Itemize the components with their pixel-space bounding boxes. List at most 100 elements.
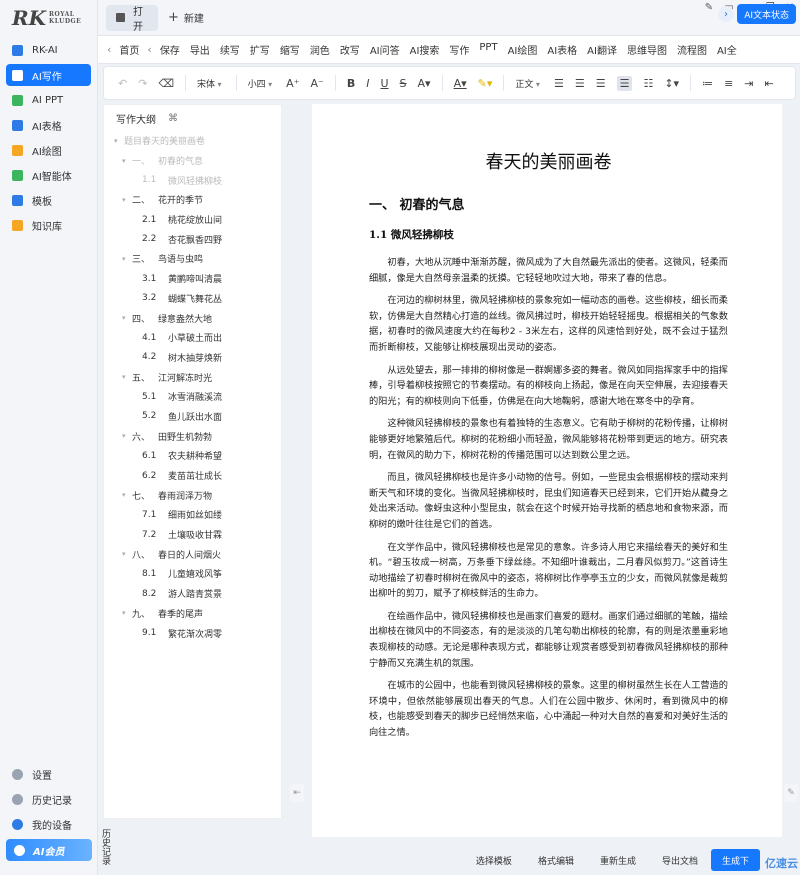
nav-item[interactable]: AI绘图	[6, 139, 91, 161]
generate-button[interactable]: 生成下	[710, 849, 760, 871]
outline-row[interactable]: 1.1 微风轻拂柳枝	[104, 170, 281, 190]
font-color-icon[interactable]: A▾	[454, 77, 467, 90]
menu-next-icon[interactable]: ›	[718, 6, 734, 22]
format-edit-button[interactable]: 格式编辑	[525, 854, 587, 867]
choose-template-button[interactable]: 选择模板	[463, 854, 525, 867]
collapse-arrow-icon[interactable]: ▾	[122, 550, 132, 558]
menu-item[interactable]: 写作	[444, 42, 474, 57]
back-arrow-icon[interactable]: ‹	[104, 43, 114, 56]
indent-icon[interactable]: ⇥	[744, 77, 753, 90]
line-spacing-icon[interactable]: ↕▾	[664, 77, 679, 90]
outline-row[interactable]: ▾ 四、 绿意盎然大地	[104, 308, 281, 328]
redo-icon[interactable]: ↷	[138, 77, 147, 90]
outline-row[interactable]: 6.2 麦苗茁壮成长	[104, 466, 281, 486]
strikethrough-icon[interactable]: S	[400, 77, 407, 90]
outline-row[interactable]: ▾ 九、 春季的尾声	[104, 604, 281, 624]
outline-row[interactable]: 2.2 杏花飘香四野	[104, 229, 281, 249]
font-size-select[interactable]: 小四	[248, 77, 273, 90]
menu-item[interactable]: 改写	[335, 42, 365, 57]
paragraph-style-select[interactable]: 正文	[515, 77, 540, 90]
menu-item[interactable]: AI搜索	[405, 42, 445, 57]
nav-item[interactable]: 模板	[6, 189, 91, 211]
collapse-arrow-icon[interactable]: ▾	[122, 196, 132, 204]
text-effect-icon[interactable]: A▾	[418, 77, 431, 90]
outline-row[interactable]: ▾ 八、 春日的人间烟火	[104, 544, 281, 564]
collapse-arrow-icon[interactable]: ▾	[122, 373, 132, 381]
outline-row[interactable]: ▾ 三、 鸟语与虫鸣	[104, 249, 281, 269]
outline-row[interactable]: 9.1 繁花渐次凋零	[104, 623, 281, 643]
nav-item[interactable]: 知识库	[6, 214, 91, 236]
outdent-icon[interactable]: ⇤	[765, 77, 774, 90]
menu-item[interactable]: 续写	[215, 42, 245, 57]
eraser-icon[interactable]: ⌫	[158, 77, 174, 90]
align-left-icon[interactable]: ☰	[554, 77, 564, 90]
nav-bottom-item[interactable]: 历史记录	[6, 788, 92, 810]
outline-row[interactable]: 5.2 鱼儿跃出水面	[104, 407, 281, 427]
command-icon[interactable]: ⌘	[168, 113, 178, 124]
export-doc-button[interactable]: 导出文档	[649, 854, 711, 867]
menu-item[interactable]: PPT	[474, 42, 502, 57]
nav-bottom-item[interactable]: 设置	[6, 763, 92, 785]
bold-icon[interactable]: B	[347, 77, 355, 90]
document-editor[interactable]: 春天的美丽画卷 一、 初春的气息 1.1 微风轻拂柳枝 初春，大地从沉睡中渐渐苏…	[312, 104, 782, 837]
menu-item[interactable]: AI翻译	[582, 42, 622, 57]
tab-new[interactable]: + 新建	[158, 5, 214, 31]
collapse-arrow-icon[interactable]: ▾	[122, 491, 132, 499]
distributed-icon[interactable]: ☷	[643, 77, 653, 90]
collapse-arrow-icon[interactable]: ▾	[122, 432, 132, 440]
menu-item[interactable]: AI全	[712, 42, 742, 57]
outline-row[interactable]: 3.1 黄鹂啼叫清晨	[104, 269, 281, 289]
ordered-list-icon[interactable]: ≔	[702, 77, 713, 90]
outline-row[interactable]: 2.1 桃花绽放山间	[104, 210, 281, 230]
underline-icon[interactable]: U	[380, 77, 388, 90]
bullet-list-icon[interactable]: ≡	[724, 77, 733, 90]
prev-arrow-icon[interactable]: ‹	[144, 43, 154, 56]
nav-item[interactable]: AI智能体	[6, 164, 91, 186]
align-justify-icon[interactable]: ☰	[616, 75, 633, 91]
nav-item[interactable]: AI PPT	[6, 89, 91, 111]
outline-row[interactable]: ▾ 七、 春雨润泽万物	[104, 485, 281, 505]
edit-panel-icon[interactable]: ✎	[784, 784, 798, 802]
outline-row[interactable]: 3.2 蝴蝶飞舞花丛	[104, 289, 281, 309]
regenerate-button[interactable]: 重新生成	[587, 854, 649, 867]
collapse-arrow-icon[interactable]: ▾	[122, 314, 132, 322]
collapse-arrow-icon[interactable]: ▾	[122, 255, 132, 263]
font-shrink-icon[interactable]: A⁻	[311, 77, 324, 90]
menu-item[interactable]: AI绘图	[503, 42, 543, 57]
ai-status-button[interactable]: AI文本状态	[737, 4, 796, 24]
outline-row[interactable]: 4.2 树木抽芽焕新	[104, 348, 281, 368]
outline-row[interactable]: 6.1 农夫耕种希望	[104, 446, 281, 466]
outline-row[interactable]: 7.1 细雨如丝如缕	[104, 505, 281, 525]
align-right-icon[interactable]: ☰	[596, 77, 606, 90]
nav-item[interactable]: AI写作	[6, 64, 91, 86]
outline-row[interactable]: ▾ 题目 春天的美丽画卷	[104, 131, 281, 151]
collapse-arrow-icon[interactable]: ▾	[114, 137, 124, 145]
menu-item[interactable]: 扩写	[245, 42, 275, 57]
edit-icon[interactable]: ✎	[705, 2, 713, 13]
outline-row[interactable]: ▾ 五、 江河解冻时光	[104, 367, 281, 387]
menu-item[interactable]: 润色	[305, 42, 335, 57]
font-grow-icon[interactable]: A⁺	[286, 77, 299, 90]
outline-row[interactable]: 7.2 土壤吸收甘霖	[104, 525, 281, 545]
outline-row[interactable]: ▾ 六、 田野生机勃勃	[104, 426, 281, 446]
menu-item[interactable]: 流程图	[672, 42, 712, 57]
outline-row[interactable]: ▾ 一、 初春的气息	[104, 151, 281, 171]
menu-home[interactable]: 首页	[114, 42, 144, 57]
menu-item[interactable]: 导出	[185, 42, 215, 57]
outline-row[interactable]: 8.1 儿童嬉戏风筝	[104, 564, 281, 584]
outline-row[interactable]: ▾ 二、 花开的季节	[104, 190, 281, 210]
highlight-icon[interactable]: ✎▾	[478, 77, 493, 90]
nav-item[interactable]: AI表格	[6, 114, 91, 136]
menu-item[interactable]: AI表格	[542, 42, 582, 57]
menu-item[interactable]: 保存	[155, 42, 185, 57]
font-family-select[interactable]: 宋体	[197, 77, 222, 90]
outline-row[interactable]: 5.1 冰雪消融溪流	[104, 387, 281, 407]
collapse-outline-icon[interactable]: ⇤	[290, 784, 304, 802]
menu-item[interactable]: 思维导图	[622, 42, 672, 57]
outline-row[interactable]: 4.1 小草破土而出	[104, 328, 281, 348]
collapse-arrow-icon[interactable]: ▾	[122, 157, 132, 165]
align-center-icon[interactable]: ☰	[575, 77, 585, 90]
undo-icon[interactable]: ↶	[118, 77, 127, 90]
menu-item[interactable]: AI问答	[365, 42, 405, 57]
nav-bottom-item[interactable]: 我的设备	[6, 813, 92, 835]
